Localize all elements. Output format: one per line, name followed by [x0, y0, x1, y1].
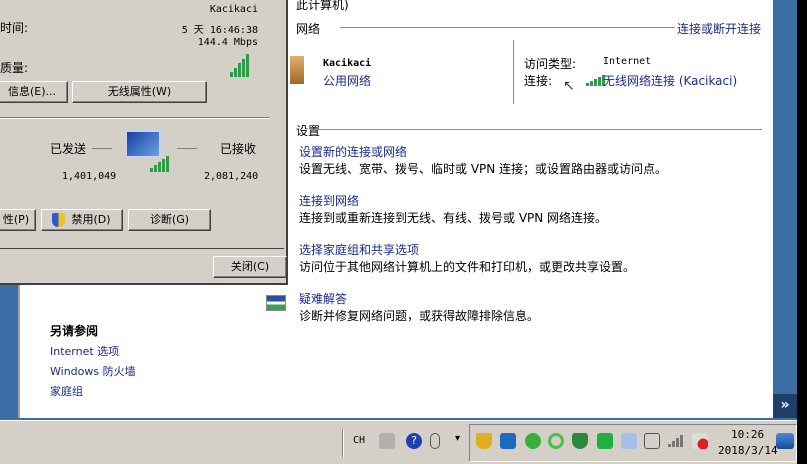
access-type-value: Internet: [603, 56, 652, 67]
task-connect-network[interactable]: 连接到网络 连接到或重新连接到无线、有线、拨号或 VPN 网络连接。: [299, 192, 607, 226]
divider: [342, 429, 344, 457]
divider: [340, 27, 675, 28]
properties-button[interactable]: 性(P): [0, 209, 36, 231]
help-icon[interactable]: ?: [406, 433, 422, 449]
document-icon[interactable]: [621, 433, 637, 449]
security-shield-icon[interactable]: [476, 433, 492, 449]
antivirus-icon[interactable]: [572, 433, 588, 449]
task-description: 连接到或重新连接到无线、有线、拨号或 VPN 网络连接。: [299, 211, 608, 225]
task-troubleshoot[interactable]: 疑难解答 诊断并修复网络问题，或获得故障排除信息。: [299, 290, 539, 324]
keyboard-icon[interactable]: [379, 433, 395, 449]
divider: [92, 148, 112, 149]
task-new-connection[interactable]: 设置新的连接或网络 设置无线、宽带、拨号、临时或 VPN 连接；或设置路由器或访…: [299, 143, 667, 177]
wireless-status-dialog: Kacikaci 时间: 5 天 16:46:38 144.4 Mbps 质量:…: [0, 0, 288, 285]
disable-button[interactable]: 禁用(D): [41, 209, 123, 231]
divider: [0, 248, 284, 249]
mouse-cursor-icon: ↖: [563, 78, 575, 94]
task-title[interactable]: 设置新的连接或网络: [299, 143, 667, 160]
activity-signal-icon: [150, 156, 169, 172]
wireless-connection-link[interactable]: 无线网络连接 (Kacikaci): [603, 72, 737, 89]
task-title[interactable]: 连接到网络: [299, 192, 607, 209]
task-description: 诊断并修复网络问题，或获得故障排除信息。: [299, 309, 540, 323]
windows-firewall-link[interactable]: Windows 防火墙: [50, 363, 136, 379]
power-plug-icon[interactable]: [644, 433, 660, 449]
network-name: Kacikaci: [323, 58, 372, 69]
wireless-properties-button[interactable]: 无线属性(W): [72, 81, 207, 103]
browser-icon[interactable]: [525, 433, 541, 449]
divider: [0, 117, 270, 119]
homegroup-link[interactable]: 家庭组: [50, 383, 83, 399]
divider: [177, 148, 197, 149]
duration-value: 5 天 16:46:38: [181, 25, 258, 36]
internet-options-link[interactable]: Internet 选项: [50, 343, 119, 359]
network-type-link[interactable]: 公用网络: [323, 72, 371, 89]
wifi-tray-icon[interactable]: [668, 434, 683, 447]
received-bytes: 2,081,240: [204, 171, 259, 182]
show-desktop-icon[interactable]: [776, 433, 794, 449]
troubleshoot-icon: [266, 295, 286, 311]
outlook-icon[interactable]: [500, 433, 516, 449]
network-section-heading: 网络: [296, 22, 321, 36]
ssid-value: Kacikaci: [209, 4, 258, 15]
clock-date[interactable]: 2018/3/14: [718, 444, 778, 457]
network-tool-icon[interactable]: [597, 433, 613, 449]
task-homegroup-sharing[interactable]: 选择家庭组和共享选项 访问位于其他网络计算机上的文件和打印机，或更改共享设置。: [299, 241, 635, 275]
sent-bytes: 1,401,049: [62, 171, 117, 182]
divider: [513, 40, 514, 104]
signal-strength-icon: [230, 53, 249, 77]
signal-quality-label: 质量:: [0, 61, 29, 75]
expand-chevron-button[interactable]: »: [773, 394, 797, 418]
diagnose-button[interactable]: 诊断(G): [128, 209, 211, 231]
task-description: 设置无线、宽带、拨号、临时或 VPN 连接；或设置路由器或访问点。: [299, 162, 668, 176]
sent-label: 已发送: [50, 142, 87, 156]
settings-section-heading: 设置: [296, 124, 321, 138]
access-type-label: 访问类型:: [524, 57, 577, 71]
task-title[interactable]: 疑难解答: [299, 290, 539, 307]
clock-time[interactable]: 10:26: [731, 428, 764, 441]
language-indicator[interactable]: CH: [353, 435, 365, 446]
connection-label: 连接:: [524, 74, 553, 88]
duration-label: 时间:: [0, 21, 29, 35]
see-also-heading: 另请参阅: [50, 324, 99, 338]
received-label: 已接收: [220, 142, 257, 156]
taskbar: CH ? ▾ 10:26 2018/3/14: [0, 420, 797, 464]
microphone-icon[interactable]: [430, 433, 440, 449]
speed-value: 144.4 Mbps: [197, 37, 258, 48]
network-computers-icon: [125, 130, 161, 158]
details-button[interactable]: 信息(E)...: [0, 81, 68, 103]
task-description: 访问位于其他网络计算机上的文件和打印机，或更改共享设置。: [299, 260, 636, 274]
connect-disconnect-link[interactable]: 连接或断开连接: [677, 20, 761, 37]
bench-network-icon: [290, 56, 304, 84]
task-title[interactable]: 选择家庭组和共享选项: [299, 241, 635, 258]
disable-button-label: 禁用(D): [71, 213, 111, 226]
volume-muted-icon[interactable]: [692, 433, 708, 449]
sync-icon[interactable]: [548, 433, 564, 449]
divider: [312, 129, 762, 130]
uac-shield-icon: [52, 213, 65, 227]
breadcrumb-fragment: 此计算机): [296, 0, 349, 12]
close-button[interactable]: 关闭(C): [213, 256, 287, 278]
